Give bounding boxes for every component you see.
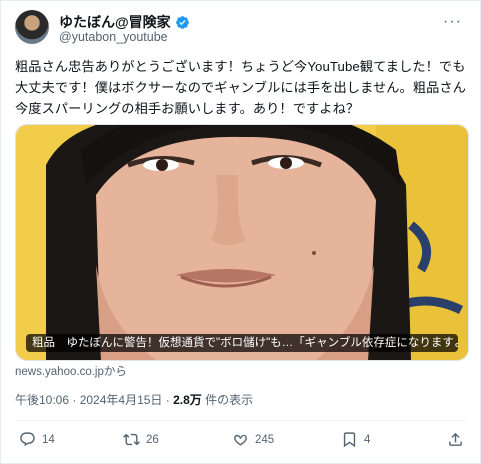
bookmark-count: 4 [364, 433, 371, 446]
like-count: 245 [255, 433, 275, 446]
tweet-card: ゆたぼん@冒険家 @yutabon_youtube ··· 粗品さん忠告ありがと… [0, 0, 481, 464]
link-card-media[interactable]: 粗品 ゆたぼんに警告！仮想通貨で"ボロ儲け"も…「ギャンブル依存症になりますよ、… [15, 124, 469, 361]
timestamp[interactable]: 午後10:06 · 2024年4月15日 · [15, 393, 173, 407]
reply-button[interactable]: 14 [19, 431, 55, 448]
bookmark-icon [343, 432, 356, 448]
views-label: 件の表示 [201, 393, 254, 407]
author-row: ゆたぼん@冒険家 [59, 12, 190, 32]
share-icon [449, 432, 462, 446]
handle[interactable]: @yutabon_youtube [59, 30, 168, 44]
repost-icon [123, 433, 140, 446]
repost-count: 26 [146, 433, 159, 446]
more-icon[interactable]: ··· [443, 13, 462, 31]
display-name[interactable]: ゆたぼん@冒険家 [59, 12, 171, 32]
heart-icon [234, 434, 247, 446]
like-button[interactable]: 245 [232, 431, 274, 448]
media-caption: 粗品 ゆたぼんに警告！仮想通貨で"ボロ儲け"も…「ギャンブル依存症になりますよ、… [26, 334, 458, 352]
media-image [16, 125, 468, 360]
tweet-text: 粗品さん忠告ありがとうございます！ちょうど今YouTube観てました！でも大丈夫… [15, 59, 466, 116]
views-count: 2.8万 [173, 393, 202, 407]
timestamp-row: 午後10:06 · 2024年4月15日 · 2.8万 件の表示 [15, 391, 253, 408]
bookmark-button[interactable]: 4 [341, 431, 370, 448]
avatar[interactable] [15, 10, 49, 44]
action-bar: 14 26 245 4 [15, 427, 467, 455]
reply-count: 14 [42, 433, 55, 446]
divider [15, 420, 466, 421]
link-source[interactable]: news.yahoo.co.jpから [15, 363, 127, 379]
reply-icon [20, 432, 35, 447]
repost-button[interactable]: 26 [123, 431, 159, 448]
verified-badge-icon [175, 15, 189, 29]
share-button[interactable] [447, 431, 464, 448]
